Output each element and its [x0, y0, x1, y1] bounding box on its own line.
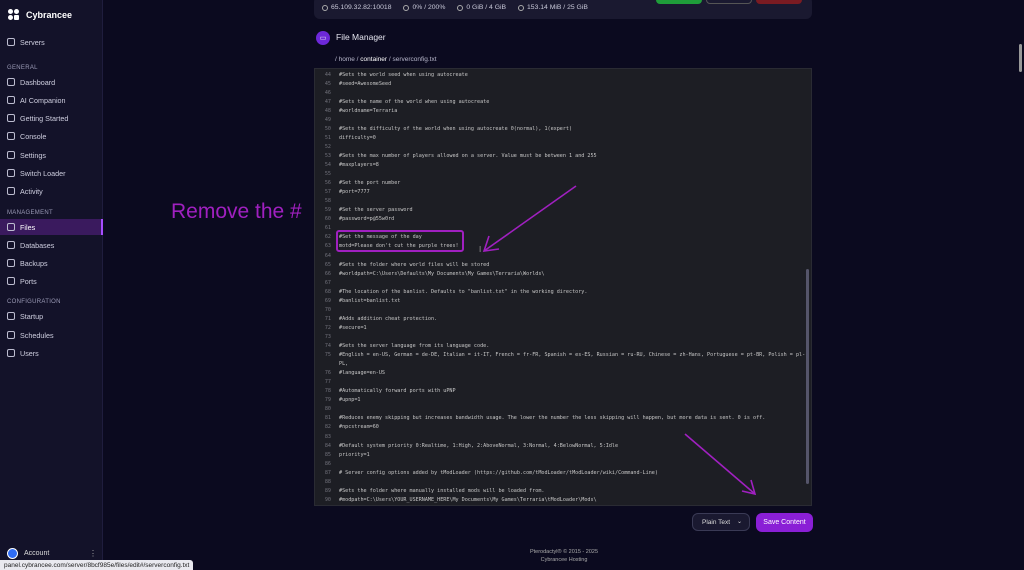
save-content-button[interactable]: Save Content [756, 513, 813, 532]
arrow-to-motd-line [483, 185, 577, 252]
footer-copyright: Pterodactyl® © 2015 - 2025 [529, 549, 599, 555]
chevron-down-icon: ⌄ [736, 519, 742, 525]
syntax-mode-select[interactable]: Plain Text ⌄ [692, 513, 750, 531]
annotation-arrows [482, 185, 757, 496]
footer-host: Cybrancee Hosting [540, 557, 588, 563]
arrow-to-save-button [684, 433, 756, 495]
